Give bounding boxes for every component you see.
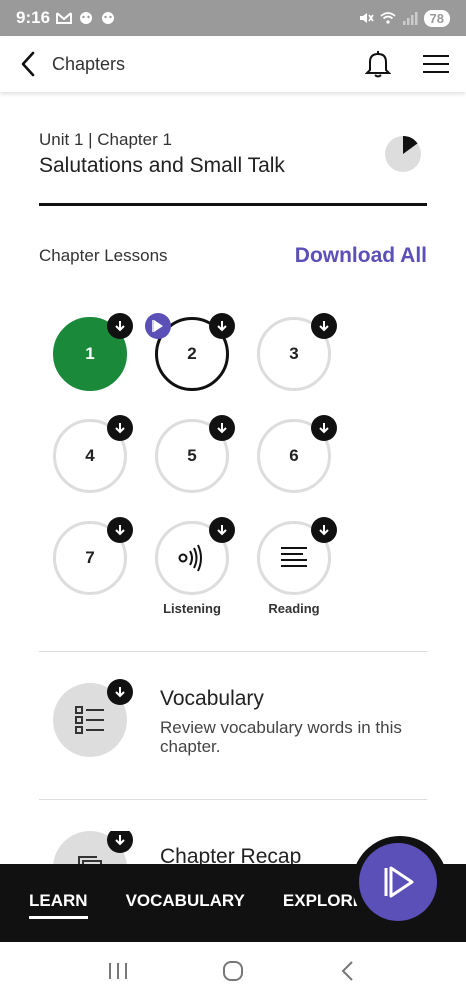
download-icon[interactable] — [311, 313, 337, 339]
lesson-4[interactable]: 4 — [53, 415, 133, 493]
recent-apps-icon — [108, 963, 127, 979]
mute-icon — [359, 13, 374, 23]
lesson-number: 3 — [289, 344, 299, 363]
signal-icon — [402, 12, 418, 25]
heading-rule — [39, 203, 427, 206]
lesson-3[interactable]: 3 — [257, 313, 337, 391]
download-icon[interactable] — [107, 831, 133, 853]
system-navigation — [0, 942, 466, 1000]
notifications-button[interactable] — [364, 50, 392, 78]
chevron-left-icon — [341, 961, 354, 981]
lesson-1[interactable]: 1 — [53, 313, 133, 391]
chapter-lessons-header: Chapter Lessons Download All — [39, 244, 427, 268]
download-icon[interactable] — [107, 415, 133, 441]
vocabulary-icon-circle — [53, 679, 133, 757]
hamburger-menu-icon — [423, 55, 449, 73]
lesson-listening[interactable]: Listening — [155, 517, 235, 616]
app-notification-icon — [102, 12, 115, 24]
play-button[interactable] — [359, 843, 437, 921]
lesson-number: 2 — [187, 344, 197, 363]
bell-icon — [365, 51, 391, 78]
chapter-title: Salutations and Small Talk — [39, 154, 285, 177]
reading-icon — [281, 547, 307, 567]
recap-title: Chapter Recap — [160, 845, 302, 864]
lesson-7[interactable]: 7 — [53, 517, 133, 595]
download-icon[interactable] — [209, 313, 235, 339]
lesson-number: 7 — [85, 548, 95, 567]
play-icon — [145, 313, 171, 339]
chapter-heading: Unit 1 | Chapter 1 Salutations and Small… — [39, 130, 427, 178]
list-icon — [75, 706, 104, 734]
lesson-reading[interactable]: Reading — [257, 517, 337, 616]
download-icon[interactable] — [107, 313, 133, 339]
lesson-number: 4 — [85, 446, 95, 465]
home-icon — [222, 961, 243, 981]
download-icon[interactable] — [107, 517, 133, 543]
unit-chapter-label: Unit 1 | Chapter 1 — [39, 130, 172, 149]
system-back-button[interactable] — [333, 956, 363, 986]
vocabulary-title: Vocabulary — [160, 687, 264, 710]
download-icon[interactable] — [311, 517, 337, 543]
status-time: 9:16 — [16, 8, 51, 27]
battery-level: 78 — [423, 9, 450, 27]
menu-button[interactable] — [422, 50, 450, 78]
download-icon[interactable] — [209, 517, 235, 543]
app-header: Chapters — [0, 36, 466, 92]
lesson-caption: Listening — [163, 601, 221, 616]
section-divider — [39, 651, 427, 652]
download-all-button[interactable]: Download All — [295, 244, 427, 268]
download-icon[interactable] — [209, 415, 235, 441]
listening-icon — [178, 544, 202, 572]
download-icon[interactable] — [311, 415, 337, 441]
lesson-2[interactable]: 2 — [145, 313, 235, 391]
cards-icon — [78, 856, 102, 864]
wifi-icon — [380, 12, 396, 24]
lesson-5[interactable]: 5 — [155, 415, 235, 493]
gmail-icon — [56, 12, 73, 24]
tab-explore[interactable]: EXPLORE — [283, 891, 364, 915]
lesson-6[interactable]: 6 — [257, 415, 337, 493]
tab-vocabulary[interactable]: VOCABULARY — [126, 891, 245, 915]
chevron-left-icon — [21, 51, 35, 77]
header-title: Chapters — [52, 53, 126, 74]
recent-apps-button[interactable] — [103, 956, 133, 986]
section-divider — [39, 799, 427, 800]
status-bar: 9:16 78 — [0, 0, 466, 36]
play-icon — [384, 866, 414, 898]
lesson-number: 5 — [187, 446, 197, 465]
vocabulary-section[interactable]: Vocabulary Review vocabulary words in th… — [39, 679, 427, 773]
lesson-caption: Reading — [268, 601, 320, 616]
download-icon[interactable] — [107, 679, 133, 705]
app-notification-icon — [80, 12, 93, 24]
back-button[interactable] — [16, 50, 40, 78]
lesson-number: 6 — [289, 446, 299, 465]
chapter-lessons-label: Chapter Lessons — [39, 246, 168, 265]
recap-icon-circle — [53, 831, 133, 864]
home-button[interactable] — [218, 956, 248, 986]
chapter-progress-pie — [385, 136, 421, 172]
tab-learn[interactable]: LEARN — [29, 891, 88, 919]
lesson-number: 1 — [85, 344, 95, 363]
vocabulary-description: Review vocabulary words in this chapter. — [160, 718, 402, 756]
